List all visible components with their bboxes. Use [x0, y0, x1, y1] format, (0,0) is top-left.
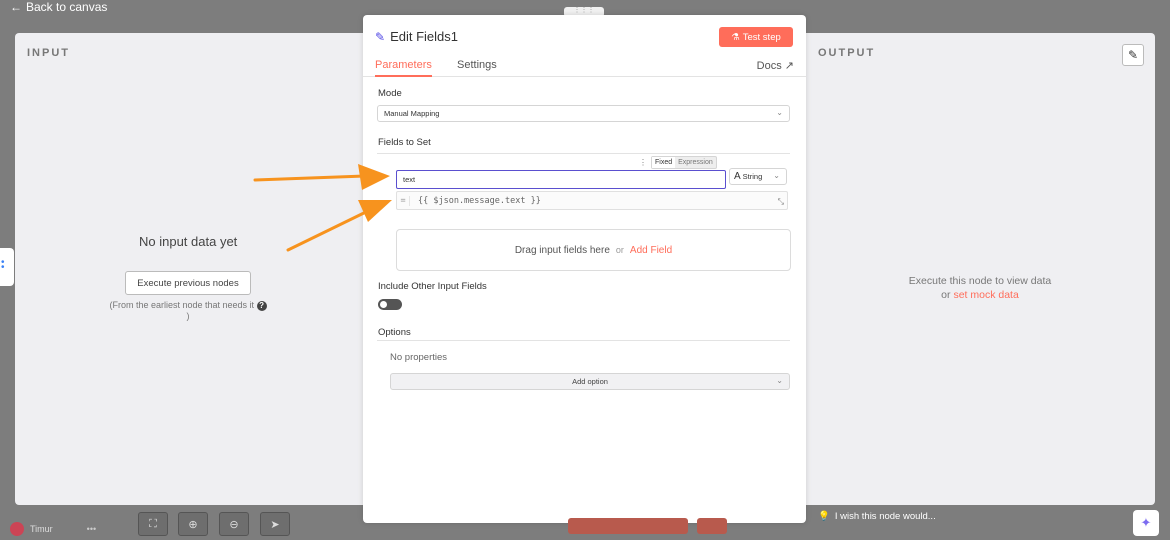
side-panel-tab[interactable]: • •	[0, 248, 14, 286]
input-hint: (From the earliest node that needs it ? …	[108, 300, 268, 322]
expression-option[interactable]: Expression	[675, 157, 716, 168]
node-title-text: Edit Fields1	[390, 29, 458, 44]
add-field-link[interactable]: Add Field	[630, 245, 672, 256]
node-title[interactable]: ✎ Edit Fields1	[375, 29, 458, 44]
lightbulb-icon: 💡	[818, 511, 830, 522]
execute-previous-nodes-button[interactable]: Execute previous nodes	[125, 271, 251, 295]
fixed-option[interactable]: Fixed	[652, 157, 676, 168]
execute-workflow-button[interactable]	[568, 518, 688, 534]
sparkle-icon: ✦	[1140, 515, 1152, 530]
pencil-icon: ✎	[1127, 48, 1139, 62]
pointer-tool-button[interactable]: ➤	[260, 512, 290, 536]
test-step-label: Test step	[742, 31, 781, 43]
field-options-icon[interactable]: ⋮	[639, 158, 647, 167]
docs-link[interactable]: Docs ↗	[757, 59, 794, 72]
field-name-input[interactable]: text	[396, 170, 726, 189]
node-tabs: Parameters Settings Docs ↗	[363, 59, 806, 77]
mode-label: Mode	[378, 88, 402, 99]
output-empty-message: Execute this node to view data or set mo…	[880, 274, 1080, 302]
zoom-in-icon: ⊕	[188, 518, 198, 531]
back-label: Back to canvas	[26, 0, 108, 14]
arrow-left-icon: ←	[10, 0, 22, 14]
question-icon[interactable]: ?	[256, 301, 267, 311]
more-icon[interactable]: •••	[87, 524, 96, 534]
fit-view-icon: ⛶	[149, 517, 157, 530]
zoom-out-icon: ⊖	[229, 518, 239, 531]
add-option-button[interactable]: Add option ⌄	[390, 373, 790, 390]
expand-icon[interactable]: ⤡	[778, 197, 784, 207]
divider	[377, 340, 790, 341]
options-label: Options	[378, 327, 411, 338]
add-option-label: Add option	[572, 377, 608, 386]
drop-zone-or: or	[615, 245, 624, 255]
field-value-expression[interactable]: = {{ $json.message.text }} ⤡	[396, 191, 788, 210]
back-to-canvas-button[interactable]: ← Back to canvas	[10, 0, 107, 14]
drag-dots-icon: • •	[1, 257, 5, 273]
fields-to-set-label: Fields to Set	[378, 137, 431, 148]
output-execute-text: Execute this node to view data	[908, 275, 1052, 287]
output-panel-title: OUTPUT	[818, 47, 876, 59]
toggle-knob	[380, 301, 387, 308]
drop-zone-text: Drag input fields here	[514, 244, 610, 256]
edit-output-button[interactable]: ✎	[1122, 44, 1144, 66]
external-link-icon: ↗	[784, 60, 794, 72]
input-hint-end: )	[186, 311, 190, 321]
no-properties-text: No properties	[390, 352, 448, 363]
output-or-text: or	[941, 289, 951, 301]
chevron-down-icon: ⌄	[776, 376, 783, 385]
string-type-icon: A	[734, 171, 741, 182]
field-type-select[interactable]: A String ⌄	[729, 168, 787, 185]
include-other-fields-toggle[interactable]	[378, 299, 402, 310]
wish-text: I wish this node would...	[834, 511, 936, 522]
mode-select[interactable]: Manual Mapping ⌄	[377, 105, 790, 122]
set-mock-data-link[interactable]: set mock data	[953, 289, 1018, 301]
avatar	[10, 522, 24, 536]
field-value-text: {{ $json.message.text }}	[418, 195, 541, 206]
input-hint-text: (From the earliest node that needs it	[109, 300, 255, 310]
no-input-heading: No input data yet	[139, 234, 238, 249]
user-menu[interactable]: Timur •••	[10, 522, 96, 536]
node-parameters-panel: ✎ Edit Fields1 ⚗ Test step Parameters Se…	[363, 15, 806, 523]
execute-workflow-extra-button[interactable]	[697, 518, 727, 534]
flask-icon: ⚗	[731, 31, 740, 43]
fit-view-button[interactable]: ⛶	[138, 512, 168, 536]
field-type-value: String	[742, 172, 763, 181]
chevron-down-icon: ⌄	[773, 171, 780, 180]
test-step-button[interactable]: ⚗ Test step	[719, 27, 793, 47]
tab-settings[interactable]: Settings	[457, 59, 497, 71]
feedback-link[interactable]: 💡 I wish this node would...	[818, 511, 936, 522]
drop-zone[interactable]: Drag input fields here or Add Field	[396, 229, 791, 271]
input-panel-title: INPUT	[27, 47, 70, 59]
user-name: Timur	[30, 524, 53, 534]
chevron-down-icon: ⌄	[776, 108, 783, 117]
ai-assistant-button[interactable]: ✦	[1133, 510, 1159, 536]
docs-label: Docs	[756, 60, 782, 72]
tab-parameters[interactable]: Parameters	[375, 59, 432, 77]
pencil-icon: ✎	[375, 29, 386, 44]
mode-value: Manual Mapping	[384, 109, 440, 118]
fixed-expression-toggle[interactable]: Fixed Expression	[651, 156, 717, 169]
zoom-out-button[interactable]: ⊖	[219, 512, 249, 536]
equals-icon: =	[397, 195, 410, 206]
cursor-icon: ➤	[270, 518, 280, 531]
divider	[377, 153, 790, 154]
include-other-fields-label: Include Other Input Fields	[378, 281, 487, 292]
zoom-in-button[interactable]: ⊕	[178, 512, 208, 536]
